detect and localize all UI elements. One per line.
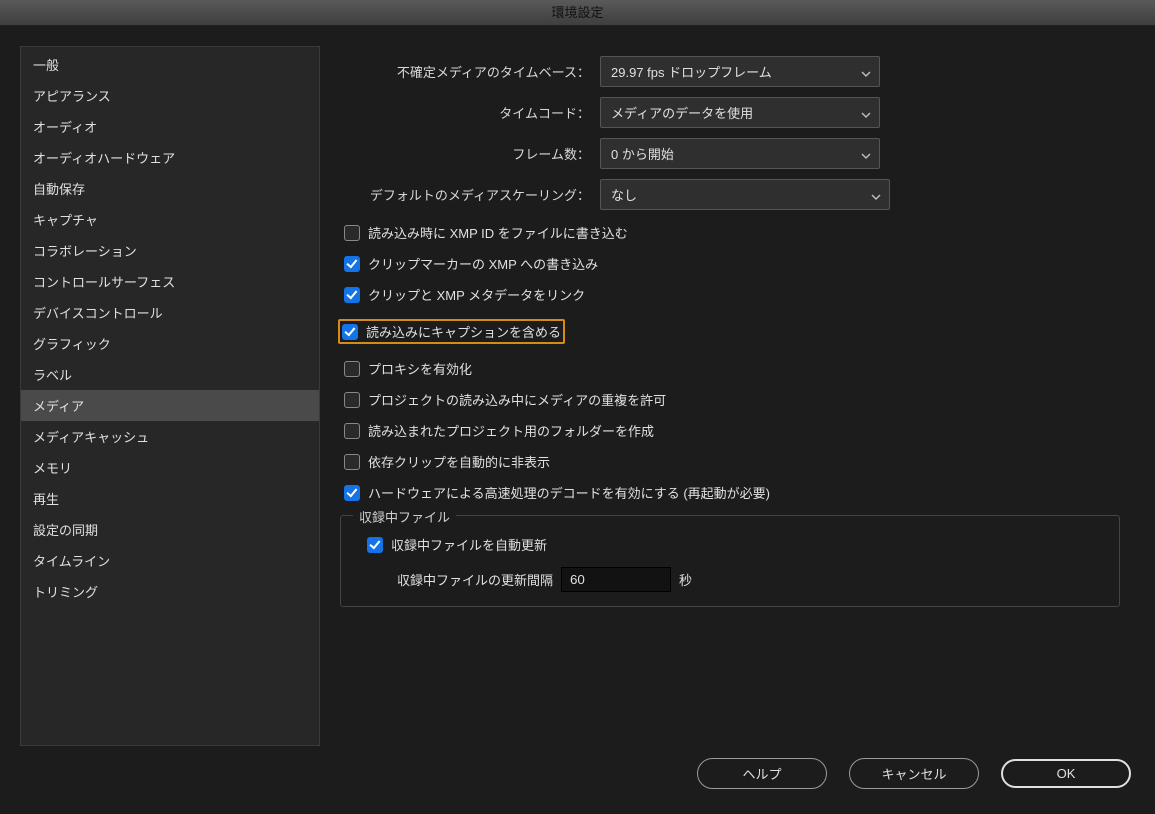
auto-refresh-label: 収録中ファイルを自動更新 <box>391 535 547 554</box>
settings-panel: 不確定メディアのタイムベース： 29.97 fps ドロップフレーム タイムコー… <box>340 46 1135 746</box>
include-caption-label: 読み込みにキャプションを含める <box>366 322 561 341</box>
timecode-value: メディアのデータを使用 <box>611 103 753 122</box>
chevron-down-icon <box>861 149 871 159</box>
chevron-down-icon <box>861 67 871 77</box>
xmp-marker-checkbox[interactable] <box>344 256 360 272</box>
sidebar-item[interactable]: 自動保存 <box>21 173 319 204</box>
window-title: 環境設定 <box>0 0 1155 26</box>
xmp-link-label: クリップと XMP メタデータをリンク <box>368 285 585 304</box>
framecount-dropdown[interactable]: 0 から開始 <box>600 138 880 169</box>
sidebar-item[interactable]: メモリ <box>21 452 319 483</box>
xmp-write-checkbox[interactable] <box>344 225 360 241</box>
help-button[interactable]: ヘルプ <box>697 758 827 789</box>
checkbox-group: 読み込み時に XMP ID をファイルに書き込む クリップマーカーの XMP へ… <box>340 220 1135 505</box>
growing-files-legend: 収録中ファイル <box>353 507 456 526</box>
auto-refresh-checkbox[interactable] <box>367 537 383 553</box>
timecode-dropdown[interactable]: メディアのデータを使用 <box>600 97 880 128</box>
allow-dup-checkbox[interactable] <box>344 392 360 408</box>
hide-dep-label: 依存クリップを自動的に非表示 <box>368 452 550 471</box>
scaling-label: デフォルトのメディアスケーリング： <box>340 185 600 204</box>
growing-files-group: 収録中ファイル 収録中ファイルを自動更新 収録中ファイルの更新間隔 秒 <box>340 515 1120 607</box>
hw-decode-checkbox[interactable] <box>344 485 360 501</box>
sidebar-item[interactable]: キャプチャ <box>21 204 319 235</box>
ok-button[interactable]: OK <box>1001 759 1131 788</box>
category-sidebar: 一般アピアランスオーディオオーディオハードウェア自動保存キャプチャコラボレーショ… <box>20 46 320 746</box>
timebase-label: 不確定メディアのタイムベース： <box>340 62 600 81</box>
create-folder-checkbox[interactable] <box>344 423 360 439</box>
sidebar-item[interactable]: デバイスコントロール <box>21 297 319 328</box>
sidebar-item[interactable]: トリミング <box>21 576 319 607</box>
allow-dup-label: プロジェクトの読み込み中にメディアの重複を許可 <box>368 390 666 409</box>
hide-dep-checkbox[interactable] <box>344 454 360 470</box>
dialog-body: 一般アピアランスオーディオオーディオハードウェア自動保存キャプチャコラボレーショ… <box>0 26 1155 746</box>
scaling-dropdown[interactable]: なし <box>600 179 890 210</box>
cancel-button[interactable]: キャンセル <box>849 758 979 789</box>
framecount-label: フレーム数： <box>340 144 600 163</box>
sidebar-item[interactable]: 再生 <box>21 483 319 514</box>
sidebar-item[interactable]: オーディオハードウェア <box>21 142 319 173</box>
sidebar-item[interactable]: オーディオ <box>21 111 319 142</box>
xmp-link-checkbox[interactable] <box>344 287 360 303</box>
sidebar-item[interactable]: メディア <box>21 390 319 421</box>
chevron-down-icon <box>861 108 871 118</box>
timebase-value: 29.97 fps ドロップフレーム <box>611 62 772 81</box>
include-caption-checkbox[interactable] <box>342 324 358 340</box>
sidebar-item[interactable]: 一般 <box>21 49 319 80</box>
proxy-checkbox[interactable] <box>344 361 360 377</box>
chevron-down-icon <box>871 190 881 200</box>
timecode-label: タイムコード： <box>340 103 600 122</box>
xmp-marker-label: クリップマーカーの XMP への書き込み <box>368 254 598 273</box>
proxy-label: プロキシを有効化 <box>368 359 472 378</box>
sidebar-item[interactable]: コントロールサーフェス <box>21 266 319 297</box>
sidebar-item[interactable]: タイムライン <box>21 545 319 576</box>
interval-label: 収録中ファイルの更新間隔 <box>397 570 553 589</box>
sidebar-item[interactable]: メディアキャッシュ <box>21 421 319 452</box>
interval-input[interactable] <box>561 567 671 592</box>
sidebar-item[interactable]: ラベル <box>21 359 319 390</box>
create-folder-label: 読み込まれたプロジェクト用のフォルダーを作成 <box>368 421 654 440</box>
dialog-footer: ヘルプ キャンセル OK <box>0 746 1155 789</box>
sidebar-item[interactable]: 設定の同期 <box>21 514 319 545</box>
sidebar-item[interactable]: グラフィック <box>21 328 319 359</box>
hw-decode-label: ハードウェアによる高速処理のデコードを有効にする (再起動が必要) <box>368 483 770 502</box>
xmp-write-label: 読み込み時に XMP ID をファイルに書き込む <box>368 223 628 242</box>
timebase-dropdown[interactable]: 29.97 fps ドロップフレーム <box>600 56 880 87</box>
sidebar-item[interactable]: アピアランス <box>21 80 319 111</box>
interval-unit: 秒 <box>679 570 692 589</box>
scaling-value: なし <box>611 185 637 204</box>
sidebar-item[interactable]: コラボレーション <box>21 235 319 266</box>
framecount-value: 0 から開始 <box>611 144 674 163</box>
